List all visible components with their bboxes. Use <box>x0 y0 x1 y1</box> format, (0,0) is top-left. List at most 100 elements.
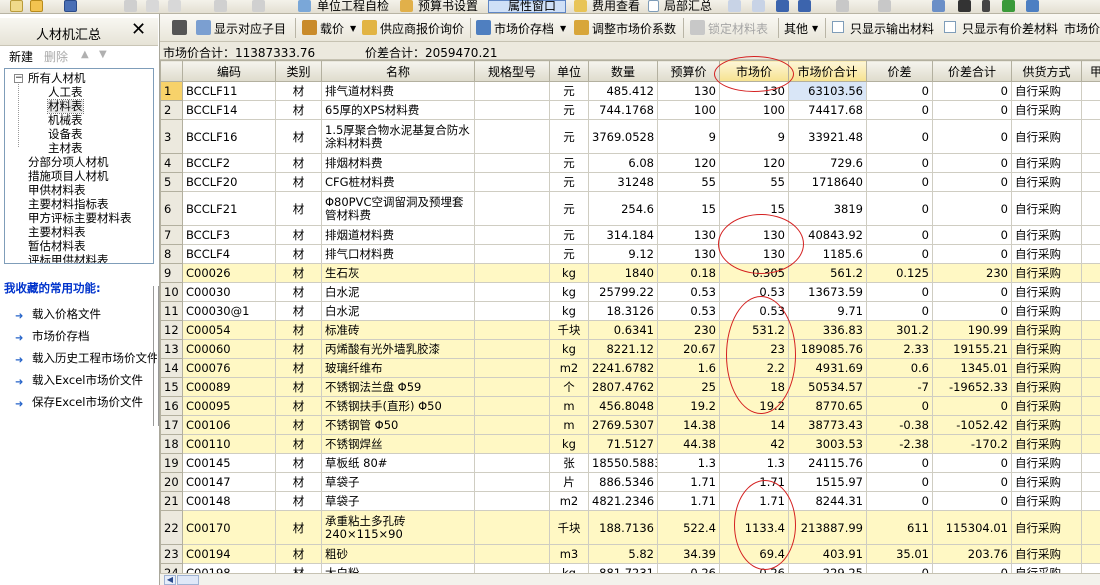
cell-market[interactable]: 19.2 <box>719 396 789 416</box>
table-row[interactable]: 24 C00198 材大白粉 kg 881.7231 0.26 0.26 229.25 0 0 自行… <box>160 563 1100 573</box>
header-owner[interactable]: 甲 <box>1081 60 1100 82</box>
market-archive-dropdown[interactable]: ▼ <box>560 24 566 33</box>
row-number[interactable]: 22 <box>160 510 183 545</box>
cell-name[interactable]: 白水泥 <box>321 282 475 302</box>
table-row[interactable]: 17 C00106 材不锈钢管 Φ50 m 2769.5307 14.38 14 38773.… <box>160 415 1100 435</box>
cell-market[interactable]: 531.2 <box>719 320 789 340</box>
cell-supply[interactable]: 自行采购 <box>1011 472 1082 492</box>
cell-type[interactable]: 材 <box>275 453 322 473</box>
cell-unit[interactable]: kg <box>549 282 589 302</box>
cell-diff-total[interactable]: 0 <box>932 81 1012 101</box>
partial-summary-checkbox[interactable] <box>648 0 659 12</box>
cell-budget[interactable]: 130 <box>657 81 720 101</box>
cell-unit[interactable]: kg <box>549 563 589 573</box>
cell-qty[interactable]: 71.5127 <box>588 434 658 454</box>
cell-supply[interactable]: 自行采购 <box>1011 263 1082 283</box>
cell-type[interactable]: 材 <box>275 191 322 226</box>
paragraph-icon[interactable] <box>982 0 990 12</box>
header-market-total[interactable]: 市场价合计 <box>788 60 867 82</box>
tree-node-provisional[interactable]: 暂估材料表 <box>28 240 86 253</box>
header-unit[interactable]: 单位 <box>549 60 589 82</box>
table-row[interactable]: 2 BCCLF14 材 65厚的XPS材料费元 744.1768 100 100 74417.… <box>160 100 1100 120</box>
tree-node-materials[interactable]: 材料表 <box>47 99 84 114</box>
cell-type[interactable]: 材 <box>275 415 322 435</box>
cell-qty[interactable]: 25799.22 <box>588 282 658 302</box>
open-folder-icon[interactable] <box>30 0 43 12</box>
cell-diff-total[interactable]: 0 <box>932 100 1012 120</box>
row-number[interactable]: 6 <box>160 191 183 226</box>
table-row[interactable]: 9 C00026 材生石灰 kg 1840 0.18 0.305 561.2 0.125 230 自… <box>160 263 1100 283</box>
row-number[interactable]: 8 <box>160 244 183 264</box>
cell-qty[interactable]: 2769.5307 <box>588 415 658 435</box>
budget-settings-icon[interactable] <box>400 0 413 12</box>
move-up-icon[interactable] <box>836 0 849 12</box>
row-number[interactable]: 17 <box>160 415 183 435</box>
formula-icon[interactable] <box>958 0 971 12</box>
cell-spec[interactable] <box>474 81 550 101</box>
cell-type[interactable]: 材 <box>275 396 322 416</box>
tree-node-equipment[interactable]: 设备表 <box>48 128 83 141</box>
row-number[interactable]: 11 <box>160 301 183 321</box>
cell-supply[interactable]: 自行采购 <box>1011 301 1082 321</box>
cell-budget[interactable]: 1.3 <box>657 453 720 473</box>
row-number[interactable]: 12 <box>160 320 183 340</box>
table-row[interactable]: 15 C00089 材不锈钢法兰盘 Φ59 个 2807.4762 25 18 50534.5… <box>160 377 1100 397</box>
cell-type[interactable]: 材 <box>275 100 322 120</box>
green-app-icon[interactable] <box>1002 0 1015 12</box>
cell-owner[interactable] <box>1081 191 1100 226</box>
header-spec[interactable]: 规格型号 <box>474 60 550 82</box>
load-price-button[interactable]: 载价 <box>320 20 344 37</box>
cell-unit[interactable]: kg <box>549 301 589 321</box>
row-number[interactable]: 9 <box>160 263 183 283</box>
cell-diff-total[interactable]: -1052.42 <box>932 415 1012 435</box>
table-row[interactable]: 18 C00110 材不锈钢焊丝 kg 71.5127 44.38 42 3003.53 -2.… <box>160 434 1100 454</box>
table-row[interactable]: 13 C00060 材丙烯酸有光外墙乳胶漆 kg 8221.12 20.67 23 18908… <box>160 339 1100 359</box>
cell-name[interactable]: 排气道材料费 <box>321 81 475 101</box>
tree-node-all-materials[interactable]: 所有人材机 <box>28 72 86 85</box>
cell-name[interactable]: 玻璃纤维布 <box>321 358 475 378</box>
cell-unit[interactable]: 元 <box>549 119 589 154</box>
cell-diff[interactable]: 0 <box>866 282 933 302</box>
fee-view-icon[interactable] <box>574 0 587 12</box>
cell-spec[interactable] <box>474 544 550 564</box>
table-row[interactable]: 4 BCCLF2 材排烟材料费元 6.08 120 120 729.6 0 0 自行采购 <box>160 153 1100 173</box>
cell-supply[interactable]: 自行采购 <box>1011 415 1082 435</box>
others-dropdown[interactable]: ▼ <box>812 24 818 33</box>
row-number[interactable]: 4 <box>160 153 183 173</box>
cell-code[interactable]: C00030@1 <box>182 301 276 321</box>
cell-diff-total[interactable]: 0 <box>932 301 1012 321</box>
tree-node-main-materials[interactable]: 主材表 <box>48 142 83 155</box>
cell-unit[interactable]: 元 <box>549 100 589 120</box>
close-icon[interactable]: ✕ <box>131 20 146 40</box>
table-row[interactable]: 14 C00076 材玻璃纤维布 m2 2241.6782 1.6 2.2 4931.69 0.… <box>160 358 1100 378</box>
cell-owner[interactable] <box>1081 301 1100 321</box>
cell-owner[interactable] <box>1081 282 1100 302</box>
cell-market-total[interactable]: 1515.97 <box>788 472 867 492</box>
cell-market-total[interactable]: 4931.69 <box>788 358 867 378</box>
cell-name[interactable]: Φ80PVC空调留洞及预埋套管材料费 <box>321 191 475 226</box>
cell-spec[interactable] <box>474 100 550 120</box>
cell-supply[interactable]: 自行采购 <box>1011 119 1082 154</box>
header-diff-total[interactable]: 价差合计 <box>932 60 1012 82</box>
cell-name[interactable]: 草袋子 <box>321 491 475 511</box>
cell-market-total[interactable]: 63103.56 <box>788 81 867 101</box>
row-number[interactable]: 3 <box>160 119 183 154</box>
cell-name[interactable]: CFG桩材料费 <box>321 172 475 192</box>
cell-diff[interactable]: 0 <box>866 472 933 492</box>
cell-diff[interactable]: 301.2 <box>866 320 933 340</box>
cell-diff[interactable]: -0.38 <box>866 415 933 435</box>
cell-diff-total[interactable]: 0 <box>932 282 1012 302</box>
cell-supply[interactable]: 自行采购 <box>1011 172 1082 192</box>
cell-diff[interactable]: 0 <box>866 301 933 321</box>
cell-diff-total[interactable]: 19155.21 <box>932 339 1012 359</box>
cell-owner[interactable] <box>1081 320 1100 340</box>
cell-qty[interactable]: 1840 <box>588 263 658 283</box>
cell-spec[interactable] <box>474 282 550 302</box>
cell-market-total[interactable]: 1185.6 <box>788 244 867 264</box>
cell-diff-total[interactable]: 0 <box>932 563 1012 573</box>
cell-owner[interactable] <box>1081 563 1100 573</box>
cell-code[interactable]: BCCLF3 <box>182 225 276 245</box>
cell-owner[interactable] <box>1081 491 1100 511</box>
cell-spec[interactable] <box>474 191 550 226</box>
table-row[interactable]: 6 BCCLF21 材 Φ80PVC空调留洞及预埋套管材料费元 254.6 15 15 381… <box>160 191 1100 226</box>
